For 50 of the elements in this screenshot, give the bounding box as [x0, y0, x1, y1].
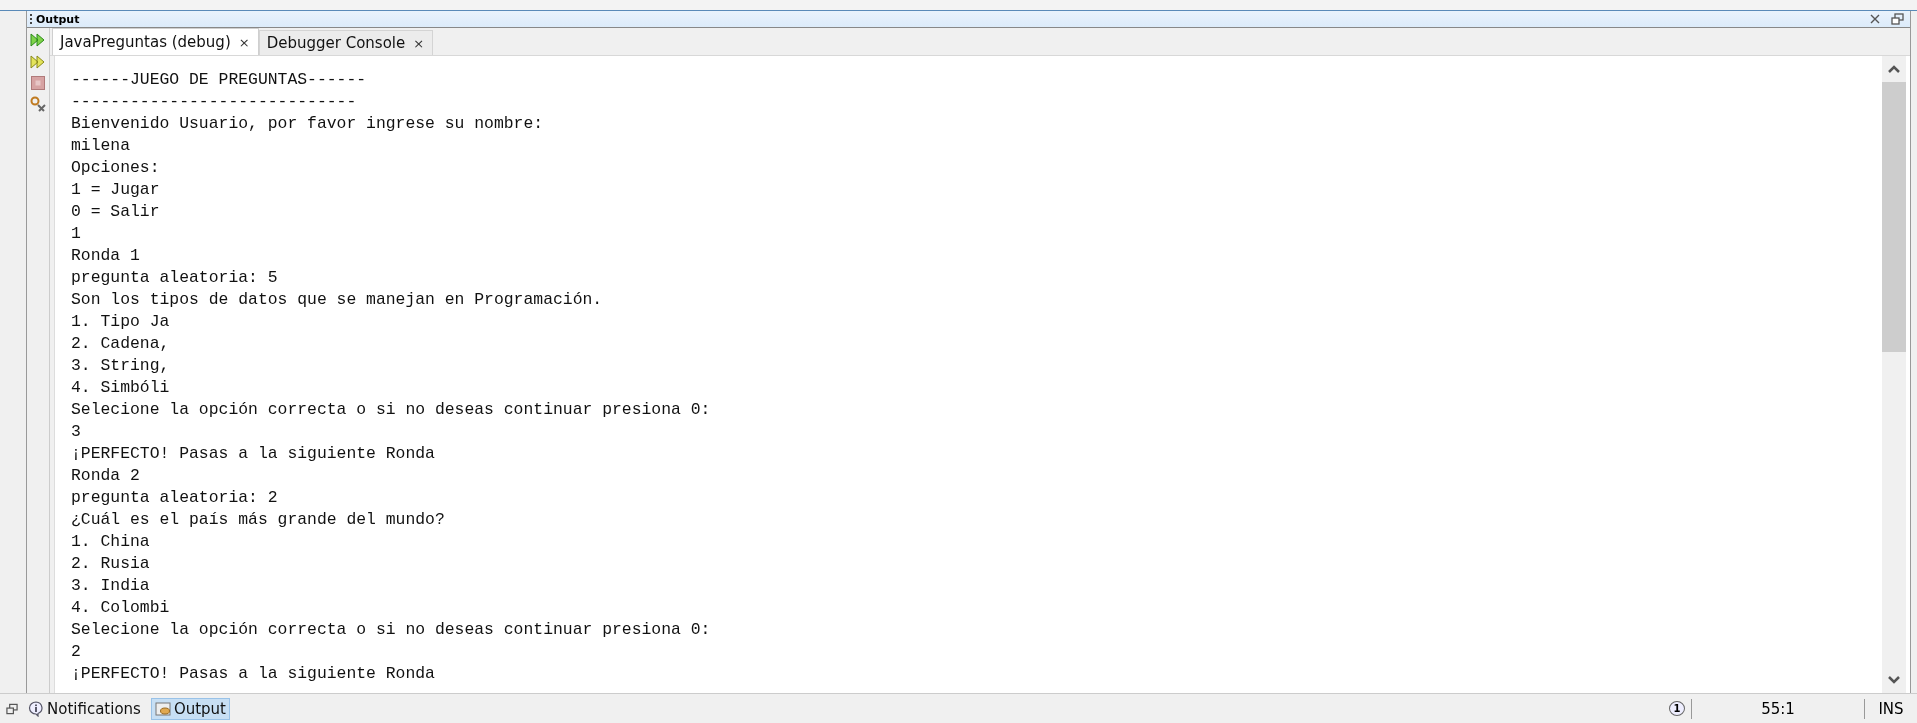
console-line: pregunta aleatoria: 5	[71, 267, 278, 289]
close-icon[interactable]: ×	[238, 34, 250, 50]
console-line: 2. Rusia	[71, 553, 150, 575]
window-button[interactable]: Notifications	[24, 697, 145, 720]
console-line: Selecione la opción correcta o si no deseas continuar presiona 0:	[71, 399, 711, 421]
console-line: 1 = Jugar	[71, 179, 160, 201]
output-window-icon	[154, 700, 171, 717]
notification-badge[interactable]: 1	[1669, 701, 1685, 716]
scroll-down-icon[interactable]	[1887, 675, 1901, 685]
console-line: 3	[71, 421, 81, 443]
console-line: Bienvenido Usuario, por favor ingrese su nombre:	[71, 113, 544, 135]
console-line: Ronda 2	[71, 465, 140, 487]
tab[interactable]: JavaPreguntas (debug) ×	[52, 28, 259, 55]
insert-mode: INS	[1877, 699, 1905, 718]
restore-icon[interactable]	[1891, 13, 1904, 25]
console-line: ------JUEGO DE PREGUNTAS------	[71, 69, 367, 91]
console-line: ¡PERFECTO! Pasas a la siguiente Ronda	[71, 663, 435, 685]
window-title: Output	[36, 12, 80, 26]
info-icon	[28, 700, 44, 717]
run-icon[interactable]	[30, 32, 46, 48]
console-line: 4. Simbóli	[71, 377, 170, 399]
console-line: 0 = Salir	[71, 201, 160, 223]
window-button[interactable]: Output	[150, 697, 230, 720]
console-line: ¡PERFECTO! Pasas a la siguiente Ronda	[71, 443, 435, 465]
scroll-up-icon[interactable]	[1887, 64, 1901, 74]
console-line: 1	[71, 223, 81, 245]
console-line: Son los tipos de datos que se manejan en Programación.	[71, 289, 603, 311]
console-line: 3. India	[71, 575, 150, 597]
console-line: 1. Tipo Ja	[71, 311, 170, 333]
grip-icon	[30, 14, 34, 24]
restore-icon[interactable]	[6, 702, 18, 715]
console-line: Opciones:	[71, 157, 160, 179]
console-line: 2	[71, 641, 81, 663]
console-line: ¿Cuál es el país más grande del mundo?	[71, 509, 445, 531]
rerun-icon[interactable]	[30, 54, 46, 70]
console-line: milena	[71, 135, 131, 157]
tab[interactable]: Debugger Console ×	[258, 30, 434, 55]
console-line: 4. Colombi	[71, 597, 170, 619]
caret-position: 55:1	[1760, 699, 1796, 718]
scrollbar[interactable]	[1882, 56, 1906, 693]
console-line: Ronda 1	[71, 245, 140, 267]
console-line: -----------------------------	[71, 91, 357, 113]
scroll-thumb[interactable]	[1882, 82, 1906, 352]
console-line: pregunta aleatoria: 2	[71, 487, 278, 509]
console-line: 2. Cadena,	[71, 333, 170, 355]
console-line: Selecione la opción correcta o si no deseas continuar presiona 0:	[71, 619, 711, 641]
console-line: 1. China	[71, 531, 150, 553]
close-icon[interactable]: ×	[413, 35, 425, 51]
console-line: 3. String,	[71, 355, 170, 377]
close-icon[interactable]	[1869, 13, 1881, 25]
